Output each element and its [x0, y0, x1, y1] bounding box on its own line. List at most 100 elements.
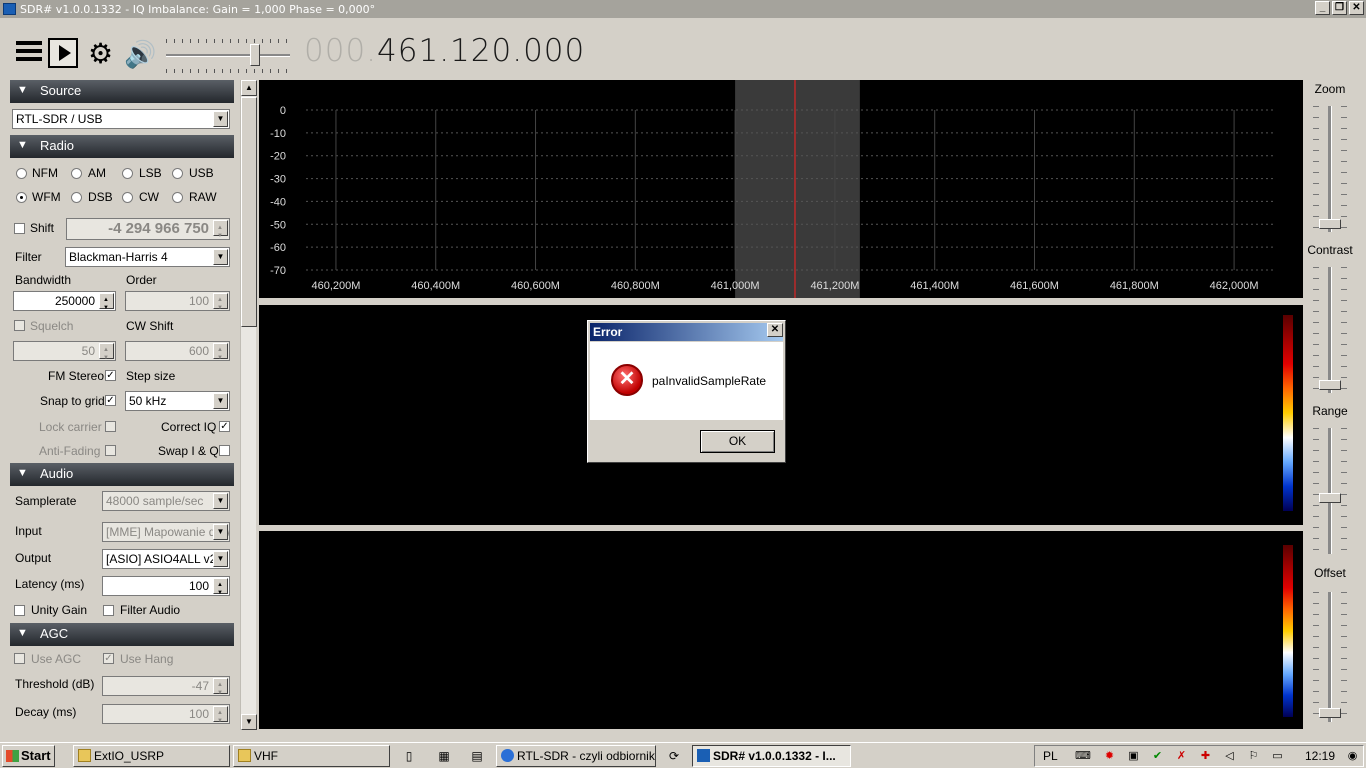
quick-launch-icon[interactable]: ▯ — [402, 749, 416, 763]
splitter[interactable] — [259, 299, 1303, 303]
offset-slider-thumb[interactable] — [1319, 708, 1341, 718]
task-sdrsharp[interactable]: SDR# v1.0.0.1332 - I... — [692, 745, 851, 767]
sun-icon[interactable]: ✹ — [1103, 750, 1116, 763]
radio-usb[interactable] — [172, 168, 183, 179]
display-icon[interactable]: ▭ — [1271, 750, 1284, 763]
filter-combo[interactable]: Blackman-Harris 4 ▼ — [65, 247, 230, 267]
threshold-updown[interactable] — [213, 676, 228, 702]
lock-carrier-checkbox[interactable] — [105, 421, 116, 432]
order-updown[interactable] — [213, 291, 228, 317]
spectrum-chart[interactable]: 0 -10 -20 -30 -40 -50 -60 -70 460,200M 460,400M 46… — [259, 80, 1303, 298]
antivirus-icon[interactable]: ✗ — [1175, 750, 1188, 763]
zoom-slider-thumb[interactable] — [1319, 219, 1341, 229]
shift-updown[interactable] — [213, 218, 228, 246]
frequency-display[interactable]: 000.461.120.000 — [304, 33, 585, 69]
cwshift-stepper[interactable]: 600 — [125, 341, 230, 367]
radio-wfm[interactable] — [16, 192, 27, 203]
anti-fading-checkbox[interactable] — [105, 445, 116, 456]
chevron-down-icon[interactable]: ▼ — [213, 393, 228, 409]
latency-updown[interactable] — [213, 576, 228, 602]
volume-slider-thumb[interactable] — [250, 44, 260, 66]
range-slider-thumb[interactable] — [1319, 493, 1341, 503]
gear-icon[interactable]: ⚙ — [88, 40, 114, 68]
samplerate-combo[interactable]: 48000 sample/sec ▼ — [102, 491, 230, 511]
chevron-down-icon[interactable]: ▼ — [213, 524, 228, 540]
range-slider[interactable] — [1313, 428, 1347, 554]
frequency-digits[interactable]: 461.120.000 — [377, 33, 585, 69]
chevron-down-icon[interactable]: ▼ — [213, 493, 228, 509]
refresh-icon[interactable]: ⟳ — [667, 749, 681, 763]
squelch-stepper[interactable]: 50 — [13, 341, 116, 367]
volume-slider[interactable] — [166, 39, 290, 73]
radio-raw[interactable] — [172, 192, 183, 203]
notepad-icon[interactable]: ▤ — [470, 749, 484, 763]
agc-header[interactable]: AGC — [10, 623, 234, 646]
cwshift-updown[interactable] — [213, 341, 228, 367]
output-combo[interactable]: [ASIO] ASIO4ALL v2 ▼ — [102, 549, 230, 569]
squelch-updown[interactable] — [99, 341, 114, 367]
calculator-icon[interactable]: ▦ — [437, 749, 451, 763]
chevron-down-icon[interactable]: ▼ — [213, 551, 228, 567]
scroll-up-button[interactable]: ▲ — [241, 80, 257, 96]
order-stepper[interactable]: 100 — [125, 291, 230, 317]
contrast-slider-thumb[interactable] — [1319, 380, 1341, 390]
filter-audio-checkbox[interactable] — [103, 605, 114, 616]
restore-button[interactable]: ❐ — [1332, 1, 1347, 15]
frequency-dim-digits[interactable]: 000. — [304, 33, 377, 69]
panel-scrollbar[interactable]: ▲ ▼ — [240, 80, 257, 730]
radio-dsb[interactable] — [71, 192, 82, 203]
play-button[interactable] — [48, 38, 78, 68]
latency-stepper[interactable]: 100 — [102, 576, 230, 602]
zoom-slider[interactable] — [1313, 106, 1347, 232]
unity-gain-checkbox[interactable] — [14, 605, 25, 616]
step-size-combo[interactable]: 50 kHz ▼ — [125, 391, 230, 411]
use-hang-checkbox[interactable]: ✓ — [103, 653, 114, 664]
scroll-down-button[interactable]: ▼ — [241, 714, 257, 730]
audio-header[interactable]: Audio — [10, 463, 234, 486]
audio-waterfall[interactable] — [259, 531, 1303, 729]
language-indicator[interactable]: PL — [1043, 749, 1058, 763]
start-button[interactable]: Start — [2, 745, 55, 767]
radio-cw[interactable] — [122, 192, 133, 203]
radio-header[interactable]: Radio — [10, 135, 234, 158]
swap-iq-checkbox[interactable] — [219, 445, 230, 456]
chevron-down-icon[interactable]: ▼ — [213, 111, 228, 127]
radio-lsb[interactable] — [122, 168, 133, 179]
threshold-stepper[interactable]: -47 — [102, 676, 230, 702]
source-header[interactable]: Source — [10, 80, 234, 103]
input-combo[interactable]: [MME] Mapowanie dźw ▼ — [102, 522, 230, 542]
close-icon[interactable]: ✕ — [767, 323, 783, 337]
spectrum-analyzer[interactable]: 0 -10 -20 -30 -40 -50 -60 -70 460,200M 460,400M 46… — [259, 80, 1303, 298]
bandwidth-updown[interactable] — [99, 291, 114, 317]
task-extio-usrp[interactable]: ExtIO_USRP — [73, 745, 230, 767]
device-icon[interactable]: ▣ — [1127, 750, 1140, 763]
radio-am[interactable] — [71, 168, 82, 179]
keyboard-icon[interactable]: ⌨ — [1075, 750, 1091, 763]
snap-to-grid-checkbox[interactable]: ✓ — [105, 395, 116, 406]
shift-checkbox[interactable] — [14, 223, 25, 234]
squelch-checkbox[interactable] — [14, 320, 25, 331]
shift-stepper[interactable]: -4 294 966 750 — [66, 218, 230, 246]
source-combo[interactable]: RTL-SDR / USB ▼ — [12, 109, 230, 129]
volume-icon[interactable]: ◁ — [1223, 750, 1236, 763]
contrast-slider[interactable] — [1313, 267, 1347, 393]
flag-icon[interactable]: ⚐ — [1247, 750, 1260, 763]
bandwidth-stepper[interactable]: 250000 — [13, 291, 116, 317]
speaker-icon[interactable]: 🔊 — [124, 41, 156, 67]
radio-nfm[interactable] — [16, 168, 27, 179]
task-browser[interactable]: RTL-SDR - czyli odbiornik... — [496, 745, 656, 767]
minimize-button[interactable]: _ — [1315, 1, 1330, 15]
decay-updown[interactable] — [213, 704, 228, 730]
menu-icon[interactable] — [16, 41, 42, 67]
use-agc-checkbox[interactable] — [14, 653, 25, 664]
fm-stereo-checkbox[interactable]: ✓ — [105, 370, 116, 381]
close-button[interactable]: ✕ — [1349, 1, 1364, 15]
ok-button[interactable]: OK — [700, 430, 775, 453]
task-vhf[interactable]: VHF — [233, 745, 390, 767]
network-icon[interactable]: ✚ — [1199, 750, 1212, 763]
decay-stepper[interactable]: 100 — [102, 704, 230, 730]
chevron-down-icon[interactable]: ▼ — [213, 249, 228, 265]
show-desktop-icon[interactable]: ◉ — [1346, 750, 1359, 763]
check-icon[interactable]: ✔ — [1151, 750, 1164, 763]
correct-iq-checkbox[interactable]: ✓ — [219, 421, 230, 432]
